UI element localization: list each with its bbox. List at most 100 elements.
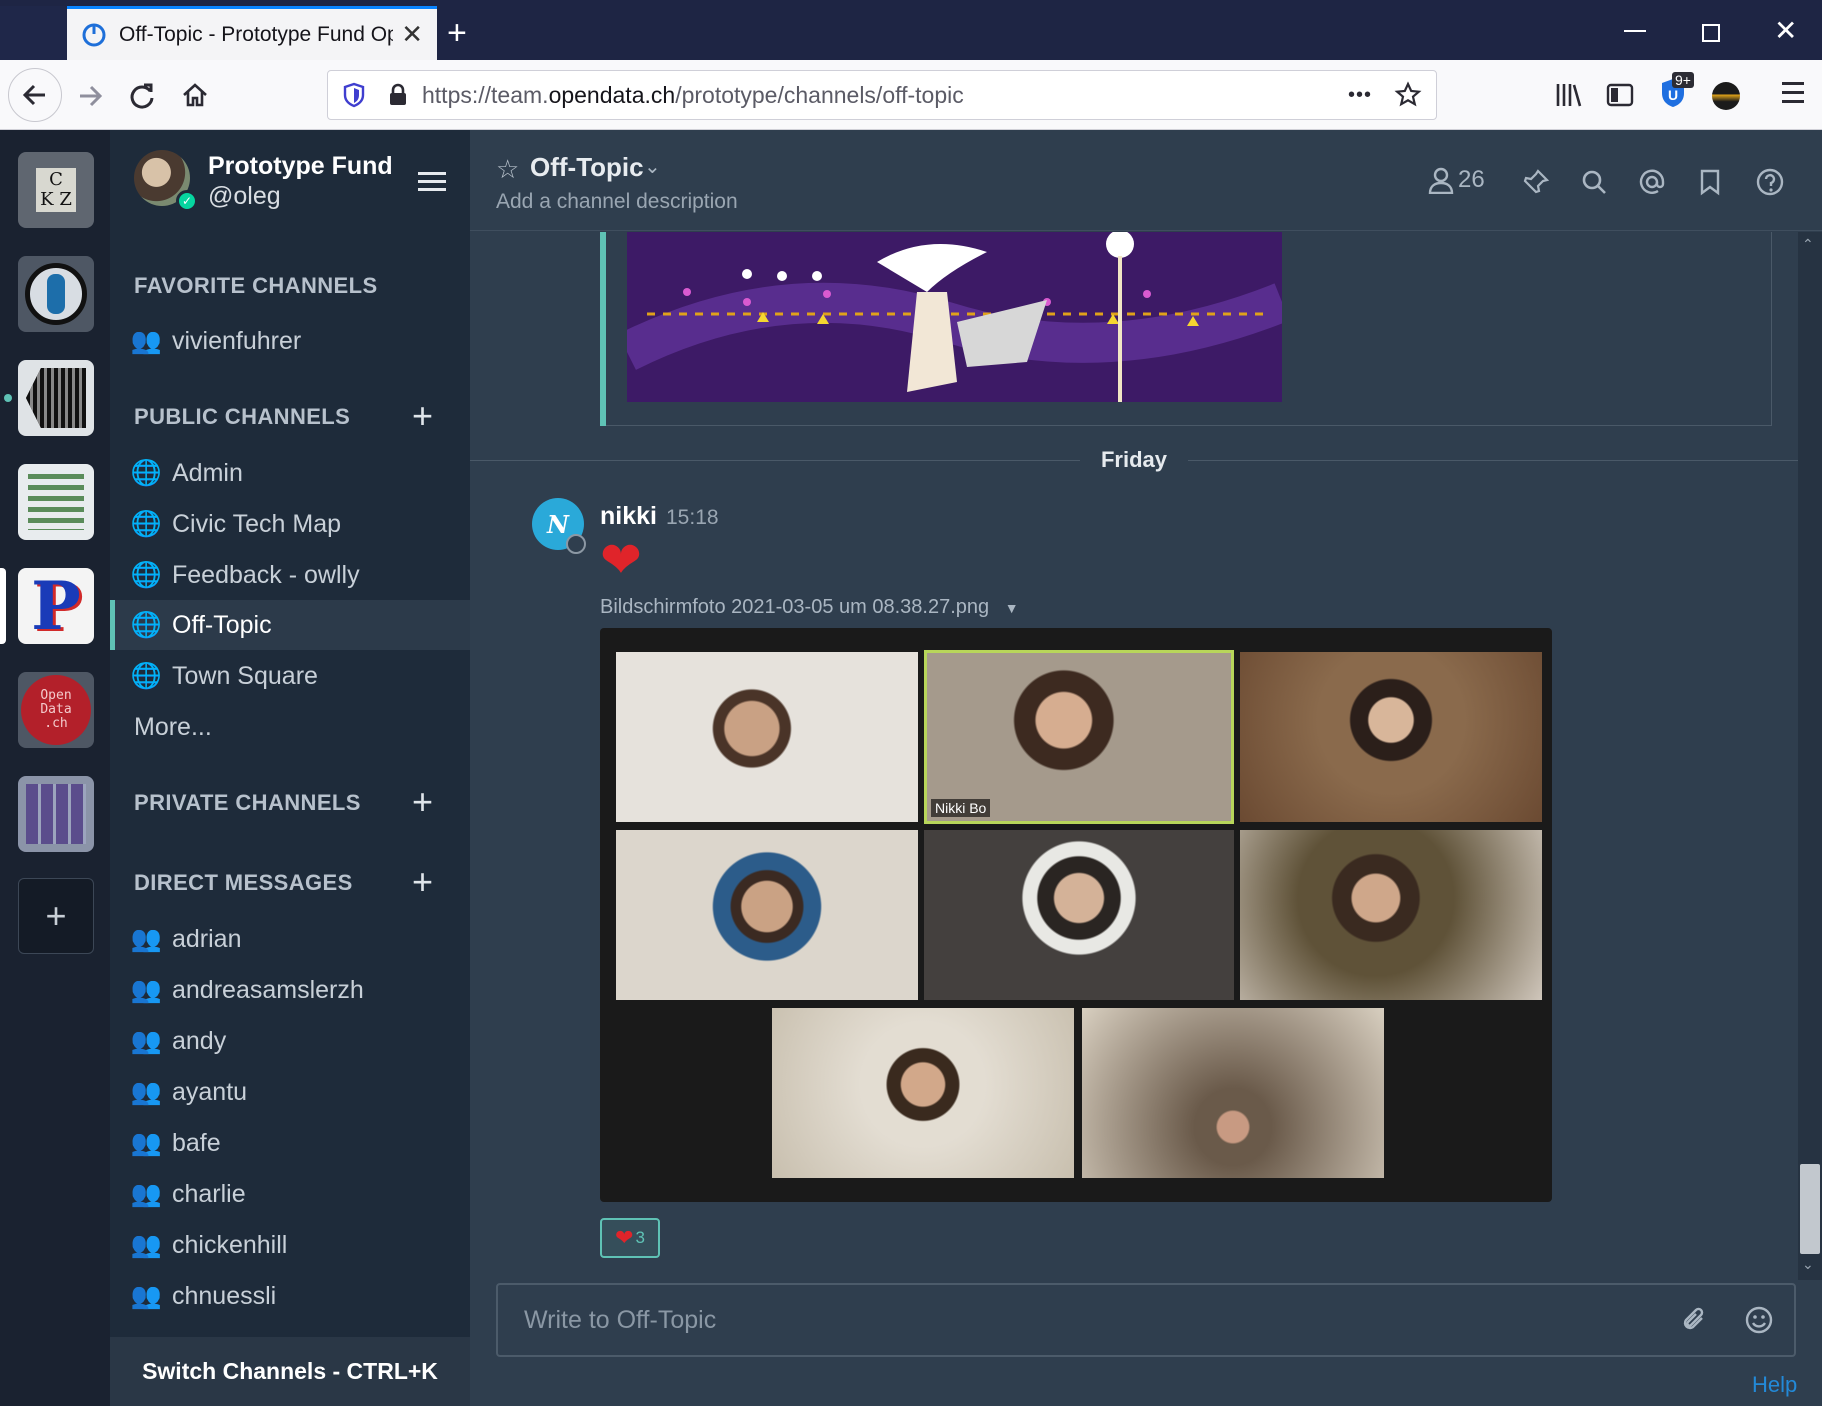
sidebar-item-dm[interactable]: 👥 charlie <box>110 1169 470 1219</box>
dm-user-icon: 👥 <box>130 1179 162 1208</box>
member-list-button[interactable]: 26 <box>1428 166 1485 194</box>
previous-post-image[interactable] <box>627 232 1282 402</box>
sidebar-item-feedback-owlly[interactable]: 🌐 Feedback - owlly <box>110 550 470 600</box>
dm-user-icon: 👥 <box>130 924 162 953</box>
sidebar-item-town-square[interactable]: 🌐 Town Square <box>110 651 470 701</box>
tab-close-icon[interactable]: ✕ <box>401 19 423 50</box>
tab-favicon-icon <box>82 23 106 46</box>
sidebar-item-dm[interactable]: 👥 adrian <box>110 914 470 964</box>
team-ckz[interactable]: C K Z <box>18 152 94 228</box>
sidebar-item-label: andy <box>172 1026 227 1055</box>
scroll-down-icon[interactable]: ⌄ <box>1802 1256 1814 1273</box>
scrollbar-track[interactable] <box>1798 232 1822 1280</box>
sidebar-item-label: chickenhill <box>172 1230 288 1259</box>
help-icon[interactable] <box>1756 168 1784 196</box>
reaction-button[interactable]: ❤ 3 <box>600 1218 660 1258</box>
sidebar-item-dm[interactable]: 👥 ayantu <box>110 1067 470 1117</box>
attachment-name[interactable]: Bildschirmfoto 2021-03-05 um 08.38.27.pn… <box>600 596 1019 619</box>
member-count: 26 <box>1458 166 1485 193</box>
team-logo-icon <box>26 368 86 428</box>
attachment-dropdown-icon[interactable]: ▼ <box>1005 600 1019 616</box>
username: @oleg <box>208 182 281 210</box>
sidebar-toggle-icon[interactable] <box>1606 82 1634 108</box>
team-2[interactable] <box>18 256 94 332</box>
mention-icon[interactable] <box>1638 168 1666 196</box>
dm-user-icon: 👥 <box>130 975 162 1004</box>
tab-strip-left <box>0 6 67 60</box>
maximize-icon[interactable] <box>1702 24 1720 42</box>
url-bar[interactable]: https://team.opendata.ch/prototype/chann… <box>327 70 1437 120</box>
sidebar-item-vivienfuhrer[interactable]: 👥 vivienfuhrer <box>110 316 470 366</box>
tab-title: Off-Topic - Prototype Fund Op <box>119 22 394 46</box>
bookmark-star-icon[interactable] <box>1394 81 1422 109</box>
browser-menu-icon[interactable] <box>1782 82 1804 103</box>
team-3[interactable] <box>18 360 94 436</box>
team-4[interactable] <box>18 464 94 540</box>
team-7[interactable] <box>18 776 94 852</box>
attachment-icon[interactable] <box>1680 1305 1710 1335</box>
account-avatar-icon[interactable] <box>1712 82 1740 110</box>
url-text[interactable]: https://team.opendata.ch/prototype/chann… <box>422 82 964 109</box>
search-icon[interactable] <box>1580 168 1608 196</box>
browser-tab-active[interactable]: Off-Topic - Prototype Fund Op ✕ <box>67 6 437 60</box>
sidebar-item-dm[interactable]: 👥 chickenhill <box>110 1220 470 1270</box>
more-channels-link[interactable]: More... <box>110 702 470 752</box>
sidebar-item-dm[interactable]: 👥 chnuessli <box>110 1271 470 1321</box>
scrollbar-thumb[interactable] <box>1800 1164 1820 1254</box>
sidebar-item-dm[interactable]: 👥 andreasamslerzh <box>110 965 470 1015</box>
heart-emoji: ❤ <box>600 532 642 588</box>
sidebar-item-label: ayantu <box>172 1077 248 1106</box>
dm-user-icon: 👥 <box>130 1281 162 1310</box>
message-author[interactable]: nikki <box>600 502 657 531</box>
add-private-channel-button[interactable]: + <box>412 784 433 820</box>
switch-channels-button[interactable]: Switch Channels - CTRL+K <box>110 1337 470 1406</box>
message-input[interactable] <box>522 1304 1672 1336</box>
sidebar-item-off-topic[interactable]: 🌐 Off-Topic <box>110 600 470 650</box>
sidebar-item-dm[interactable]: 👥 bafe <box>110 1118 470 1168</box>
lock-icon[interactable] <box>388 83 408 107</box>
team-label: C K Z <box>36 168 76 212</box>
tracking-shield-icon[interactable] <box>342 82 366 108</box>
home-icon[interactable] <box>180 80 210 110</box>
message-time[interactable]: 15:18 <box>666 506 719 530</box>
emoji-picker-icon[interactable] <box>1744 1305 1774 1335</box>
add-public-channel-button[interactable]: + <box>412 398 433 434</box>
favorite-star-icon[interactable]: ☆ <box>496 154 519 185</box>
main-menu-icon[interactable] <box>418 172 446 191</box>
help-link[interactable]: Help <box>1752 1372 1797 1398</box>
member-icon <box>1428 167 1454 194</box>
sidebar-item-civic-tech-map[interactable]: 🌐 Civic Tech Map <box>110 499 470 549</box>
team-prototype-fund[interactable]: P <box>18 568 94 644</box>
page-actions-menu[interactable]: ••• <box>1348 84 1372 107</box>
new-tab-button[interactable]: + <box>447 14 467 53</box>
date-separator-line <box>470 460 1080 461</box>
add-team-button[interactable]: + <box>18 878 94 954</box>
back-button[interactable] <box>8 68 62 122</box>
online-status-icon: ✓ <box>176 190 198 212</box>
video-tile-active: Nikki Bo <box>924 650 1234 824</box>
channel-description[interactable]: Add a channel description <box>496 190 738 214</box>
attachment-image[interactable]: Nikki Bo <box>600 628 1552 1202</box>
minimize-icon[interactable] <box>1624 30 1646 32</box>
channel-name[interactable]: Off-Topic <box>530 152 644 183</box>
reload-icon[interactable] <box>128 82 156 110</box>
scroll-up-icon[interactable]: ⌃ <box>1802 236 1814 253</box>
pin-icon[interactable] <box>1522 168 1550 196</box>
add-direct-message-button[interactable]: + <box>412 864 433 900</box>
team-opendata[interactable]: Open Data .ch <box>18 672 94 748</box>
svg-text:U: U <box>1668 87 1678 103</box>
sidebar-item-dm[interactable]: 👥 andy <box>110 1016 470 1066</box>
forward-arrow-icon[interactable] <box>76 82 104 110</box>
window-close-icon[interactable]: ✕ <box>1774 14 1797 47</box>
globe-icon: 🌐 <box>130 560 162 589</box>
extension-icon[interactable]: U 9+ <box>1658 72 1694 112</box>
sidebar-item-admin[interactable]: 🌐 Admin <box>110 448 470 498</box>
channel-menu-chevron-icon[interactable]: ⌄ <box>644 154 661 179</box>
sidebar-item-label: Off-Topic <box>172 610 272 639</box>
channel-header <box>470 130 1822 231</box>
team-name[interactable]: Prototype Fund <box>208 152 393 181</box>
extension-badge: 9+ <box>1672 72 1694 88</box>
saved-bookmark-icon[interactable] <box>1698 168 1722 196</box>
library-icon[interactable] <box>1555 82 1583 108</box>
video-tile <box>772 1008 1074 1178</box>
